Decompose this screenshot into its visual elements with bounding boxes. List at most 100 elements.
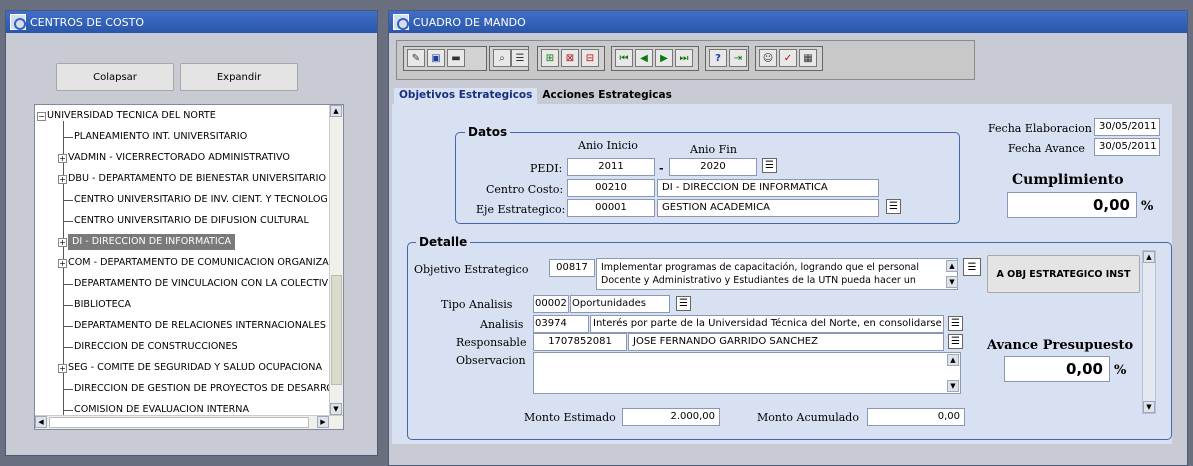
clear-icon[interactable]: ✎	[407, 49, 425, 67]
avance-presupuesto-field[interactable]: 0,00	[1004, 356, 1110, 382]
next-record-icon[interactable]: ▶	[655, 49, 673, 67]
scroll-thumb[interactable]	[331, 275, 342, 385]
exit-icon[interactable]: ⇥	[729, 49, 747, 67]
objetivo-scroll-up-icon[interactable]: ▲	[946, 260, 958, 272]
objetivo-code-field[interactable]: 00817	[549, 259, 595, 277]
analisis-code-field[interactable]: 03974	[533, 315, 589, 333]
cost-center-tree[interactable]: − UNIVERSIDAD TECNICA DEL NORTE PLANEAMI…	[34, 104, 344, 430]
eje-name-field[interactable]: GESTION ACADEMICA	[657, 199, 879, 217]
cumplimiento-field[interactable]: 0,00	[1007, 192, 1137, 218]
pedi-label: PEDI:	[530, 162, 563, 175]
objetivo-text-field[interactable]: Implementar programas de capacitación, l…	[596, 258, 958, 290]
observacion-scroll-up-icon[interactable]: ▲	[947, 354, 959, 366]
prev-record-icon[interactable]: ◀	[635, 49, 653, 67]
collapse-node-icon[interactable]: −	[37, 111, 46, 121]
analisis-list-icon[interactable]: ☰	[948, 316, 963, 331]
tree-item[interactable]: + DBU - DEPARTAMENTO DE BIENESTAR UNIVERS…	[58, 171, 326, 187]
scroll-down-icon[interactable]: ▼	[330, 403, 342, 415]
expand-node-icon[interactable]: +	[58, 258, 67, 268]
tab-acciones-estrategicas[interactable]: Acciones Estrategicas	[537, 88, 677, 104]
detalle-scrollbar[interactable]: ▲ ▼	[1142, 250, 1156, 414]
delete-icon[interactable]: ▬	[447, 49, 465, 67]
avance-presupuesto-label: Avance Presupuesto	[987, 338, 1134, 353]
window-title: CUADRO DE MANDO	[413, 15, 526, 29]
responsable-list-icon[interactable]: ☰	[948, 334, 963, 349]
observacion-field[interactable]	[533, 352, 961, 394]
pedi-list-icon[interactable]: ☰	[762, 158, 777, 173]
centro-costo-name-field[interactable]: DI - DIRECCION DE INFORMATICA	[657, 179, 879, 197]
last-record-icon[interactable]: ⏭	[675, 49, 693, 67]
expand-node-icon[interactable]: +	[58, 174, 67, 184]
fecha-avance-label: Fecha Avance	[1008, 142, 1085, 155]
anio-fin-label: Anio Fin	[690, 143, 737, 156]
list-icon[interactable]: ☰	[511, 49, 529, 67]
responsable-id-field[interactable]: 1707852081	[533, 333, 627, 351]
tree-item[interactable]: CENTRO UNIVERSITARIO DE INV. CIENT. Y TE…	[63, 192, 328, 208]
objetivo-estrategico-label: Objetivo Estrategico	[414, 263, 529, 276]
expand-node-icon[interactable]: +	[58, 363, 67, 373]
add-row-icon[interactable]: ⊞	[541, 49, 559, 67]
tree-item[interactable]: BIBLIOTECA	[63, 297, 131, 313]
expand-node-icon[interactable]: +	[58, 237, 67, 247]
first-record-icon[interactable]: ⏮	[615, 49, 633, 67]
collapse-button[interactable]: Colapsar	[56, 63, 174, 91]
detalle-scroll-down-icon[interactable]: ▼	[1143, 401, 1155, 413]
eje-estrategico-label: Eje Estrategico:	[476, 203, 566, 216]
tab-objetivos-estrategicos[interactable]: Objetivos Estrategicos	[394, 88, 538, 104]
expand-button[interactable]: Expandir	[180, 63, 298, 91]
fecha-elaboracion-field[interactable]: 30/05/2011	[1094, 118, 1160, 136]
user-icon[interactable]: ☺	[759, 49, 777, 67]
eje-code-field[interactable]: 00001	[567, 199, 655, 217]
objetivo-text-line-1: Implementar programas de capacitación, l…	[601, 262, 919, 273]
tree-item[interactable]: CENTRO UNIVERSITARIO DE DIFUSION CULTURA…	[63, 213, 309, 229]
scroll-left-icon[interactable]: ◀	[35, 416, 47, 428]
centro-costo-code-field[interactable]: 00210	[567, 179, 655, 197]
search-icon[interactable]: ⌕	[493, 49, 511, 67]
hscroll-thumb[interactable]	[49, 417, 309, 428]
tree-item-selected[interactable]: + DI - DIRECCION DE INFORMATICA	[58, 234, 236, 250]
tipo-analisis-code-field[interactable]: 00002	[533, 295, 569, 313]
detalle-group-title: Detalle	[416, 235, 471, 249]
tree-item[interactable]: DEPARTAMENTO DE VINCULACION CON LA COLEC…	[63, 276, 328, 292]
observacion-scroll-down-icon[interactable]: ▼	[947, 380, 959, 392]
tree-item[interactable]: + SEG - COMITE DE SEGURIDAD Y SALUD OCUPA…	[58, 360, 322, 376]
help-icon[interactable]: ?	[709, 49, 727, 67]
tree-item[interactable]: PLANEAMIENTO INT. UNIVERSITARIO	[63, 129, 247, 145]
fecha-avance-field[interactable]: 30/05/2011	[1094, 138, 1160, 156]
edit-row-icon[interactable]: ⊠	[561, 49, 579, 67]
tree-vertical-scrollbar[interactable]: ▲ ▼	[329, 105, 343, 415]
anio-fin-field[interactable]: 2020	[669, 158, 757, 176]
monto-acumulado-field[interactable]: 0,00	[867, 408, 965, 426]
calendar-icon[interactable]: ▦	[799, 49, 817, 67]
responsable-name-field[interactable]: JOSE FERNANDO GARRIDO SANCHEZ	[628, 333, 944, 351]
analisis-text-field[interactable]: Interés por parte de la Universidad Técn…	[590, 315, 944, 333]
centro-costo-label: Centro Costo:	[486, 183, 564, 196]
eje-list-icon[interactable]: ☰	[886, 199, 901, 214]
scroll-up-icon[interactable]: ▲	[330, 105, 342, 117]
tree-root-label: UNIVERSIDAD TECNICA DEL NORTE	[47, 110, 216, 121]
objetivo-scroll-down-icon[interactable]: ▼	[946, 276, 958, 288]
tree-horizontal-scrollbar[interactable]: ◀ ▶	[35, 415, 343, 429]
detalle-scroll-up-icon[interactable]: ▲	[1143, 251, 1155, 263]
tree-item[interactable]: DIRECCION DE GESTION DE PROYECTOS DE DES…	[63, 381, 333, 397]
tab-bar: Objetivos Estrategicos Acciones Estrateg…	[394, 88, 677, 104]
tree-item[interactable]: + VADMIN - VICERRECTORADO ADMINISTRATIVO	[58, 150, 290, 166]
tree-item[interactable]: DEPARTAMENTO DE RELACIONES INTERNACIONAL…	[63, 318, 326, 334]
check-icon[interactable]: ✓	[779, 49, 797, 67]
tree-root[interactable]: − UNIVERSIDAD TECNICA DEL NORTE	[37, 108, 216, 124]
anio-inicio-field[interactable]: 2011	[567, 158, 655, 176]
analisis-label: Analisis	[480, 318, 524, 331]
window-title: CENTROS DE COSTO	[30, 15, 144, 29]
monto-estimado-field[interactable]: 2.000,00	[622, 408, 720, 426]
a-obj-estrategico-inst-button[interactable]: A OBJ ESTRATEGICO INST	[987, 255, 1140, 293]
tree-item[interactable]: + COM - DEPARTAMENTO DE COMUNICACION ORGA…	[58, 255, 329, 271]
save-icon[interactable]: ▣	[427, 49, 445, 67]
tipo-analisis-name-field[interactable]: Oportunidades	[570, 295, 670, 313]
tree-item[interactable]: DIRECCION DE CONSTRUCCIONES	[63, 339, 238, 355]
remove-row-icon[interactable]: ⊟	[581, 49, 599, 67]
objetivo-list-icon[interactable]: ☰	[963, 258, 981, 276]
tipo-analisis-list-icon[interactable]: ☰	[676, 296, 691, 311]
monto-acumulado-label: Monto Acumulado	[757, 411, 859, 424]
scroll-right-icon[interactable]: ▶	[317, 416, 329, 428]
expand-node-icon[interactable]: +	[58, 153, 67, 163]
